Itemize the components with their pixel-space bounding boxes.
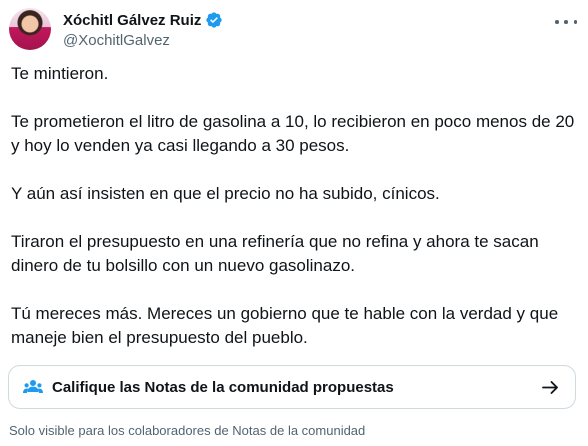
- author-name[interactable]: Xóchitl Gálvez Ruiz: [63, 12, 201, 29]
- visibility-notice: Solo visible para los colaboradores de N…: [9, 423, 366, 438]
- tweet-paragraph: Tiraron el presupuesto en una refinería …: [11, 232, 539, 275]
- avatar[interactable]: [9, 8, 51, 50]
- arrow-right-icon: [542, 379, 559, 396]
- tweet-paragraph: Te prometieron el litro de gasolina a 10…: [11, 112, 575, 155]
- more-options-icon[interactable]: [555, 14, 577, 30]
- author-handle[interactable]: @XochitlGalvez: [63, 32, 170, 49]
- tweet-paragraph: Y aún así insisten en que el precio no h…: [11, 184, 440, 203]
- rate-community-notes-label: Califique las Notas de la comunidad prop…: [52, 379, 394, 396]
- tweet-header: Xóchitl Gálvez Ruiz @XochitlGalvez: [9, 8, 579, 58]
- rate-community-notes-button[interactable]: Califique las Notas de la comunidad prop…: [8, 365, 576, 409]
- tweet-paragraph: Te mintieron.: [11, 64, 109, 83]
- tweet-text: Te mintieron. Te prometieron el litro de…: [11, 62, 577, 350]
- author-name-row: Xóchitl Gálvez Ruiz: [63, 11, 223, 29]
- people-icon: [23, 378, 43, 398]
- tweet-paragraph: Tú mereces más. Mereces un gobierno que …: [11, 304, 559, 347]
- verified-badge-icon[interactable]: [205, 11, 223, 29]
